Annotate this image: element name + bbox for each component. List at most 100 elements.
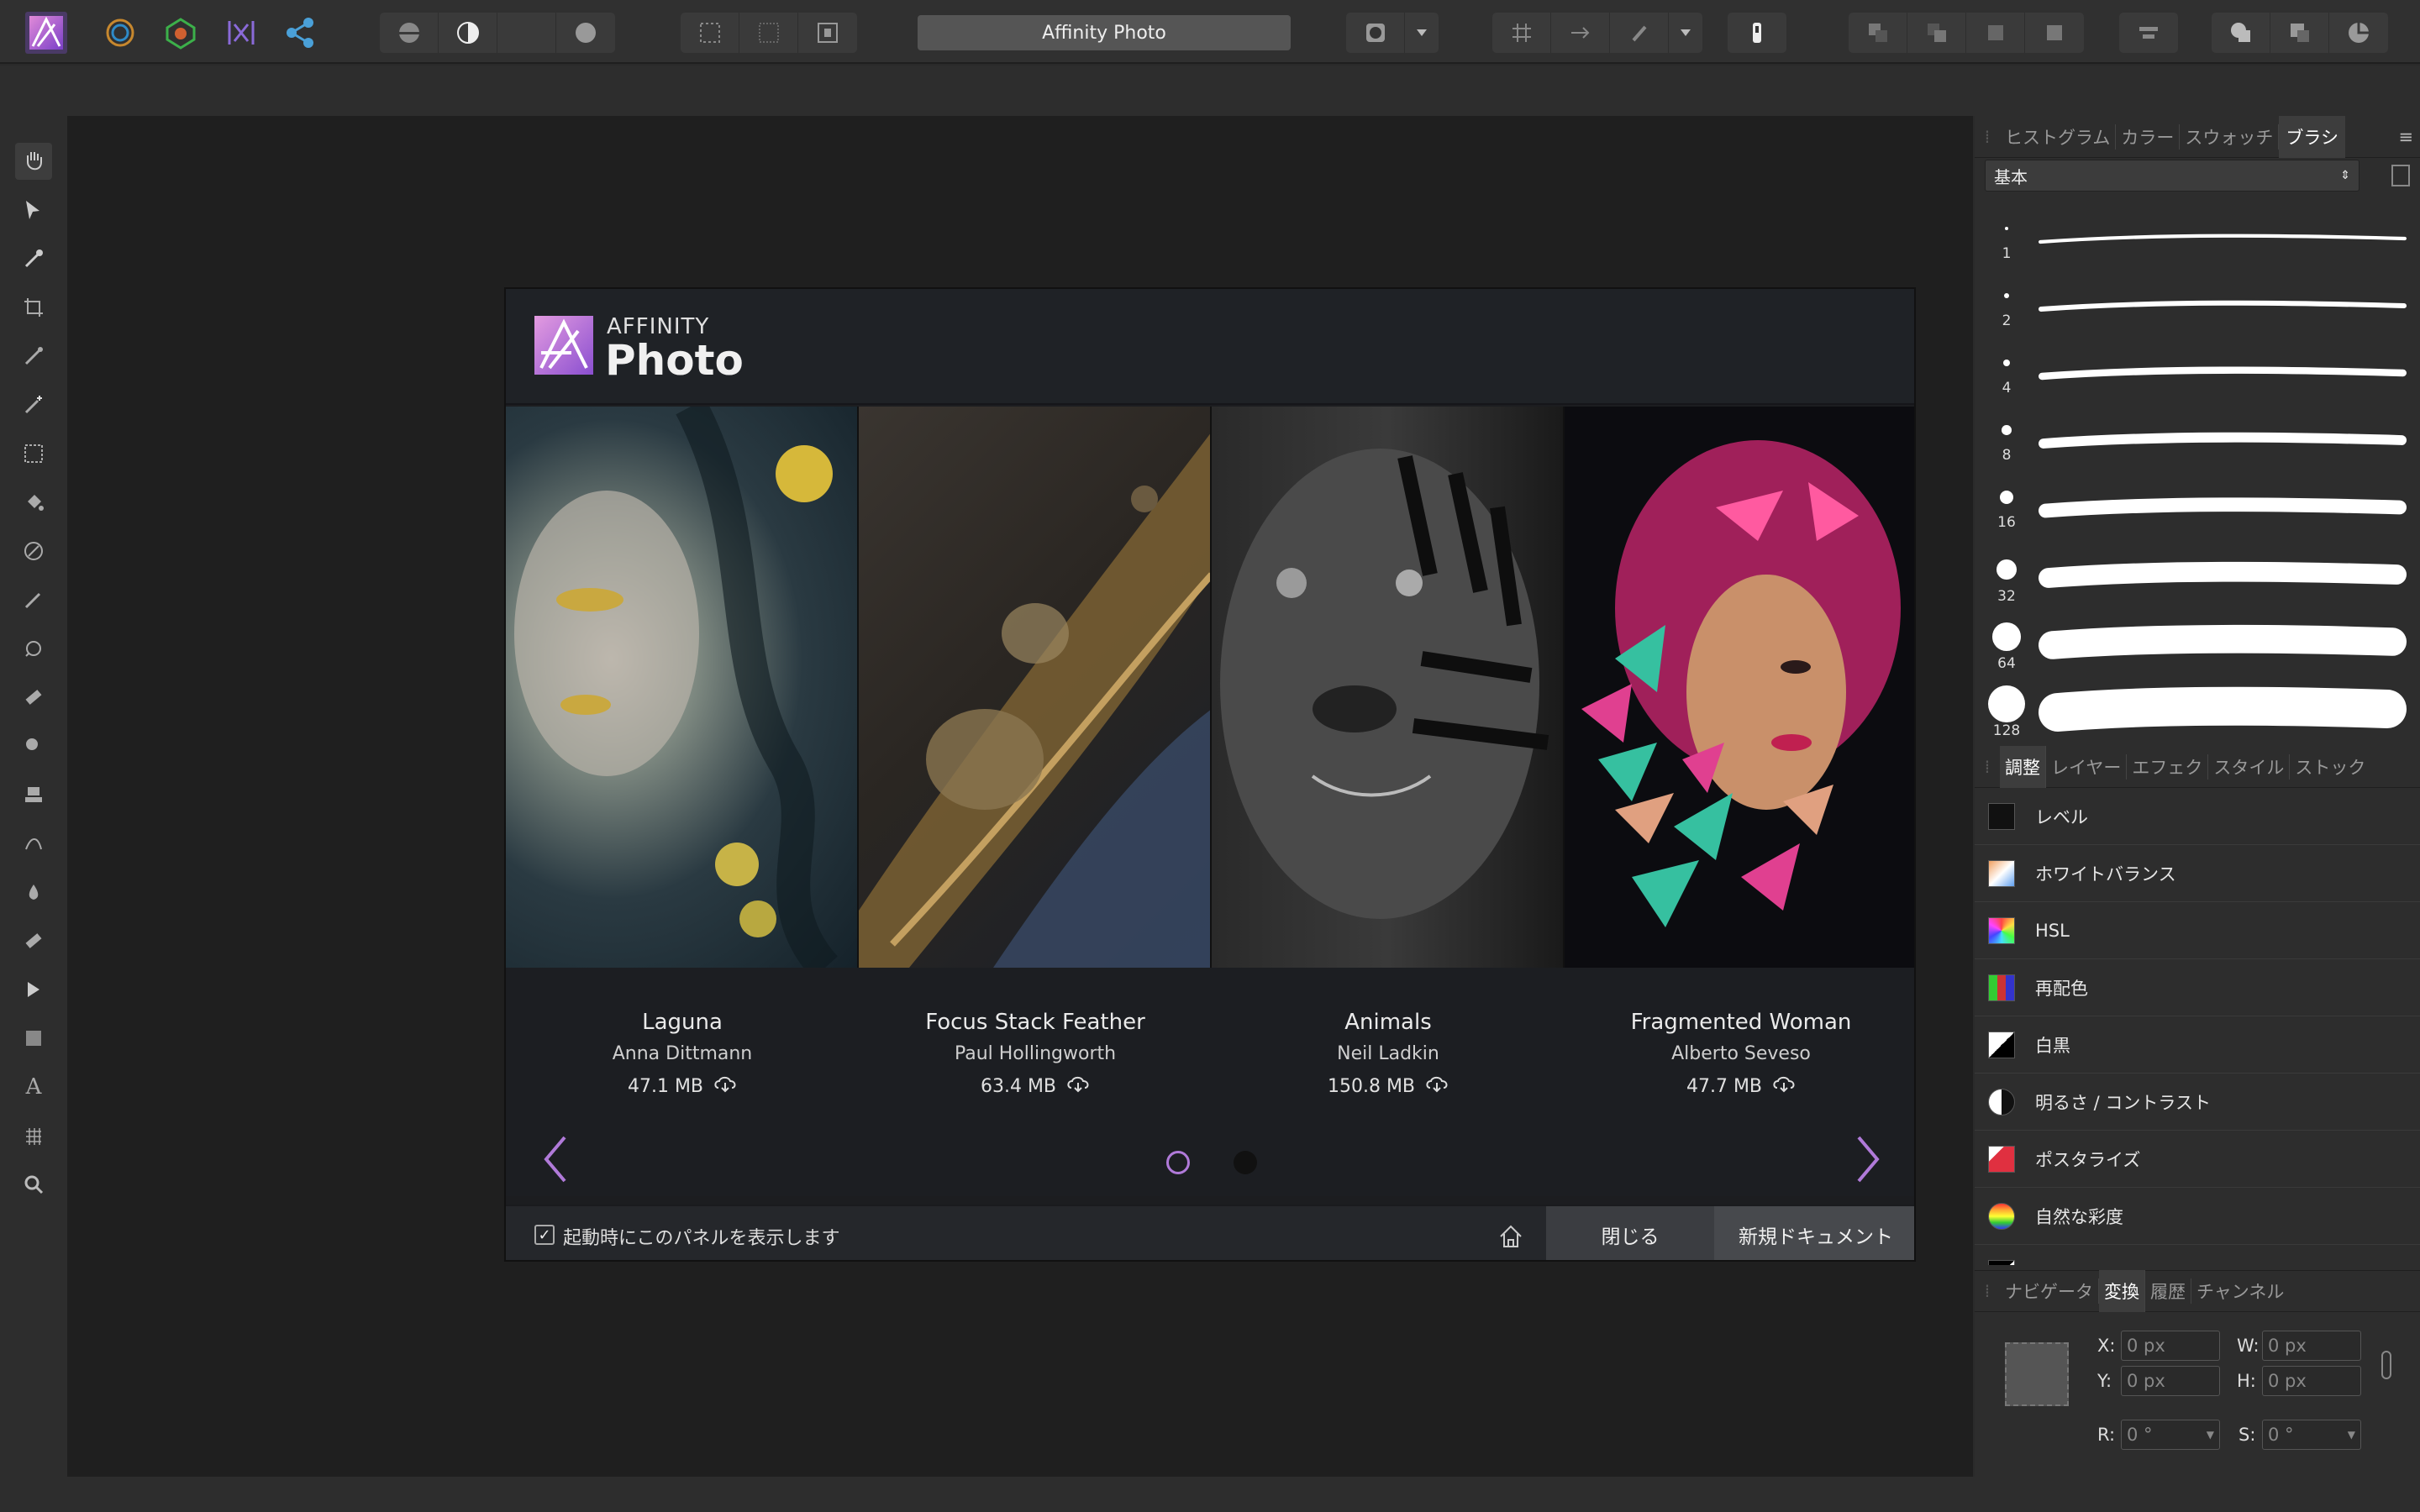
adj-hsl[interactable]: HSL [1975, 902, 2420, 959]
tab-adjustments[interactable]: 調整 [2000, 745, 2046, 788]
tab-effects[interactable]: エフェク [2127, 753, 2209, 780]
brush-preset-8[interactable]: 8 [1975, 410, 2420, 477]
arrange-forward-icon[interactable] [1966, 13, 2025, 53]
panel-grip-icon[interactable]: ⁞ [1975, 1281, 2000, 1301]
tab-navigator[interactable]: ナビゲータ [2000, 1278, 2099, 1304]
align-arrow-icon[interactable] [1551, 13, 1610, 53]
red-eye-icon[interactable] [15, 922, 52, 959]
y-field[interactable]: 0 px [2121, 1366, 2220, 1396]
panel-grip-icon[interactable]: ⁞ [1975, 127, 2000, 147]
marquee-select-icon[interactable] [681, 13, 739, 53]
tab-layers[interactable]: レイヤー [2046, 753, 2128, 780]
brush-preset-64[interactable]: 64 [1975, 612, 2420, 679]
magic-wand-icon[interactable] [15, 386, 52, 423]
subtract-shape-icon[interactable] [2270, 13, 2329, 53]
grid-icon[interactable] [1492, 13, 1551, 53]
sample-card-fragmented-woman[interactable]: Fragmented Woman Alberto Seveso 47.7 MB [1565, 968, 1914, 1119]
liquify-persona-icon[interactable] [99, 12, 141, 54]
align-icon[interactable] [2119, 13, 2178, 53]
cloud-download-icon[interactable] [1425, 1074, 1449, 1098]
sample-image-fragmented-woman[interactable] [1565, 407, 1914, 968]
brush-preset-1[interactable]: 1 [1975, 208, 2420, 276]
adj-posterize[interactable]: ポスタライズ [1975, 1131, 2420, 1188]
tab-styles[interactable]: スタイル [2208, 753, 2291, 780]
marquee-invert-icon[interactable] [739, 13, 798, 53]
tab-histogram[interactable]: ヒストグラム [2000, 123, 2117, 150]
tab-transform[interactable]: 変換 [2099, 1270, 2145, 1312]
magnet-icon[interactable] [1610, 13, 1669, 53]
export-persona-icon[interactable] [279, 12, 321, 54]
gradient-icon[interactable] [15, 533, 52, 570]
sample-image-laguna[interactable] [506, 407, 859, 968]
link-icon[interactable] [2381, 1351, 2391, 1379]
contrast-icon[interactable] [439, 13, 497, 53]
brush-preset-4[interactable]: 4 [1975, 343, 2420, 410]
brush-preset-2[interactable]: 2 [1975, 276, 2420, 343]
adj-white-balance[interactable]: ホワイトバランス [1975, 845, 2420, 902]
add-shape-icon[interactable] [2212, 13, 2270, 53]
intersect-shape-icon[interactable] [2329, 13, 2388, 53]
sample-card-animals[interactable]: Animals Neil Ladkin 150.8 MB [1212, 968, 1565, 1119]
adj-brightness-contrast[interactable]: 明るさ / コントラスト [1975, 1074, 2420, 1131]
chevron-right-icon[interactable] [1850, 1134, 1884, 1184]
arrange-front-icon[interactable] [2025, 13, 2084, 53]
tab-stock[interactable]: ストック [2290, 754, 2370, 780]
paint-brush-icon[interactable] [15, 581, 52, 618]
tab-channels[interactable]: チャンネル [2191, 1278, 2289, 1304]
tab-history[interactable]: 履歴 [2145, 1278, 2191, 1304]
dodge-icon[interactable] [15, 630, 52, 667]
panel-grip-icon[interactable]: ⁞ [1975, 757, 2000, 777]
chevron-down-icon[interactable] [1405, 13, 1439, 53]
home-icon[interactable] [1492, 1218, 1529, 1255]
erase-icon[interactable] [15, 679, 52, 716]
clone-icon[interactable] [15, 776, 52, 813]
rotation-field[interactable]: 0 ° ▼ [2121, 1420, 2220, 1450]
anchor-selector-icon[interactable] [2005, 1342, 2069, 1406]
rectangle-icon[interactable] [15, 1020, 52, 1057]
brush-list-view-icon[interactable] [2391, 165, 2410, 186]
assistant-icon[interactable] [1728, 13, 1786, 53]
healing-icon[interactable] [15, 825, 52, 862]
mesh-warp-icon[interactable] [15, 1117, 52, 1154]
text-icon[interactable]: A [15, 1068, 52, 1105]
x-field[interactable]: 0 px [2121, 1331, 2220, 1361]
flood-fill-icon[interactable] [15, 484, 52, 521]
zoom-icon[interactable] [15, 1166, 52, 1203]
selection-brush-icon[interactable] [15, 338, 52, 375]
cloud-download-icon[interactable] [1772, 1074, 1796, 1098]
brush-preset-128[interactable]: 128 [1975, 679, 2420, 746]
show-on-startup-checkbox[interactable]: ✓ [534, 1225, 555, 1245]
w-field[interactable]: 0 px [2262, 1331, 2361, 1361]
tab-swatches[interactable]: スウォッチ [2180, 123, 2280, 150]
adj-levels[interactable]: レベル [1975, 788, 2420, 845]
adj-black-white[interactable]: 白黒 [1975, 1016, 2420, 1074]
page-dot-2[interactable] [1234, 1151, 1257, 1174]
new-document-button[interactable]: 新規ドキュメント [1714, 1206, 1914, 1260]
sample-card-laguna[interactable]: Laguna Anna Dittmann 47.1 MB [506, 968, 859, 1119]
sphere-icon[interactable] [556, 13, 615, 53]
adj-exposure[interactable]: 露出 [1975, 1245, 2420, 1265]
blur-icon[interactable] [15, 727, 52, 764]
h-field[interactable]: 0 px [2262, 1366, 2361, 1396]
close-button[interactable]: 閉じる [1546, 1206, 1714, 1260]
brush-preset-32[interactable]: 32 [1975, 544, 2420, 612]
tone-mapping-persona-icon[interactable] [220, 12, 262, 54]
cloud-download-icon[interactable] [713, 1074, 737, 1098]
sample-card-focus-stack-feather[interactable]: Focus Stack Feather Paul Hollingworth 63… [859, 968, 1212, 1119]
node-icon[interactable] [15, 971, 52, 1008]
chevron-down-icon[interactable] [1669, 13, 1702, 53]
color-picker-icon[interactable] [15, 240, 52, 277]
panel-menu-icon[interactable]: ≡ [2398, 127, 2413, 147]
arrange-back-icon[interactable] [1849, 13, 1907, 53]
adj-vibrance[interactable]: 自然な彩度 [1975, 1188, 2420, 1245]
chevron-left-icon[interactable] [539, 1134, 573, 1184]
brush-preset-16[interactable]: 16 [1975, 477, 2420, 544]
brush-category-select[interactable]: 基本 ⇕ [1985, 160, 2360, 192]
quick-mask-icon[interactable] [1346, 13, 1405, 53]
shear-field[interactable]: 0 ° ▼ [2262, 1420, 2361, 1450]
tab-brushes[interactable]: ブラシ [2279, 115, 2345, 158]
tab-color[interactable]: カラー [2116, 123, 2181, 150]
crop-icon[interactable] [15, 289, 52, 326]
hand-icon[interactable] [15, 143, 52, 180]
moon-icon[interactable] [497, 13, 556, 53]
